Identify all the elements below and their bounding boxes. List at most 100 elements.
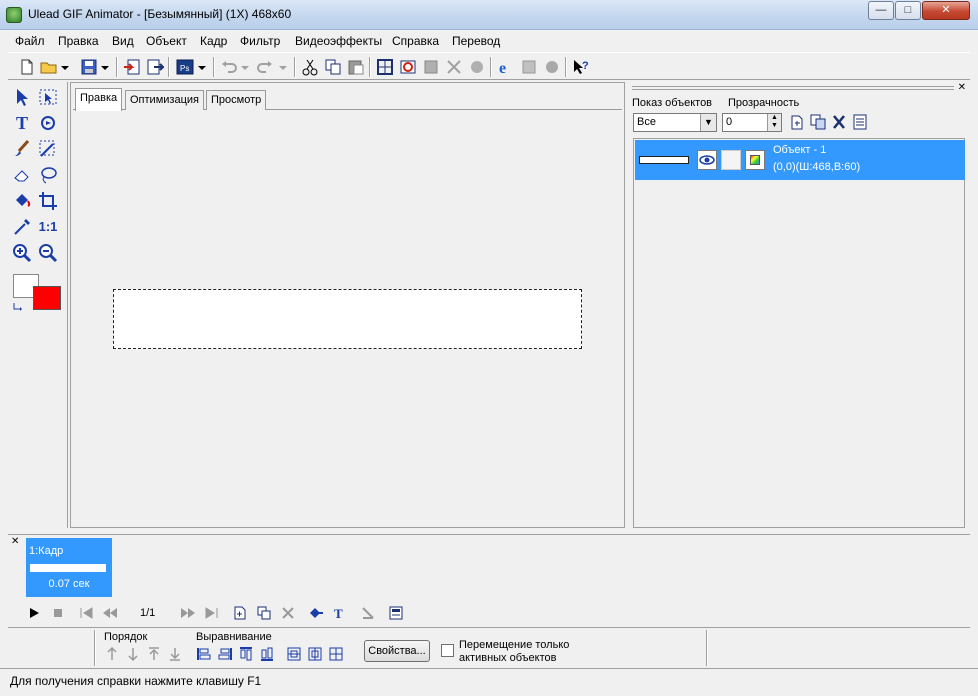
rotate-tool-icon[interactable] <box>37 112 59 134</box>
add-frame-icon[interactable] <box>232 605 248 621</box>
resize-icon[interactable] <box>399 58 417 76</box>
sequence-icon[interactable] <box>543 58 561 76</box>
open-folder-icon[interactable] <box>40 58 58 76</box>
frame-thumbnail[interactable]: 1:Кадр 0.07 сек <box>26 538 112 597</box>
align-center-vertical-icon[interactable] <box>286 646 302 662</box>
align-center-icon[interactable] <box>328 646 344 662</box>
prev-frame-icon[interactable] <box>102 605 118 621</box>
magic-wand-icon[interactable] <box>37 138 59 160</box>
new-file-icon[interactable] <box>18 58 36 76</box>
browser-preview-icon[interactable]: e <box>497 58 515 77</box>
palette-icon[interactable] <box>745 150 765 170</box>
menu-frame[interactable]: Кадр <box>200 34 227 48</box>
show-objects-select[interactable]: Все ▼ <box>633 113 717 132</box>
close-button[interactable]: ✕ <box>922 1 970 20</box>
delete-object-icon[interactable] <box>830 113 848 131</box>
panel-close-icon[interactable]: ✕ <box>958 82 966 93</box>
frames-icon[interactable] <box>520 58 538 76</box>
object-properties-icon[interactable] <box>851 113 869 131</box>
menu-filter[interactable]: Фильтр <box>240 34 280 48</box>
crop-canvas-icon[interactable] <box>376 58 394 76</box>
menu-object[interactable]: Объект <box>146 34 187 48</box>
context-help-icon[interactable]: ? <box>572 58 590 76</box>
chevron-down-icon[interactable] <box>278 58 288 76</box>
eraser-icon[interactable] <box>11 164 33 186</box>
tween-frames-icon[interactable] <box>308 605 324 621</box>
play-icon[interactable] <box>26 605 42 621</box>
lasso-icon[interactable] <box>37 164 59 186</box>
duplicate-frame-icon[interactable] <box>256 605 272 621</box>
frame-delay[interactable]: 0.07 сек <box>26 578 112 590</box>
move-active-only-checkbox[interactable] <box>441 644 454 657</box>
align-top-icon[interactable] <box>238 646 254 662</box>
copy-icon[interactable] <box>324 58 342 76</box>
tab-edit[interactable]: Правка <box>75 88 123 111</box>
tab-optimize[interactable]: Оптимизация <box>125 90 204 110</box>
import-icon[interactable] <box>123 58 141 76</box>
photoshop-icon[interactable]: Ps <box>176 58 194 76</box>
zoom-out-icon[interactable] <box>37 242 59 264</box>
eye-icon[interactable] <box>697 150 717 170</box>
opacity-stepper[interactable]: 0 ▲ ▼ <box>722 113 782 132</box>
minimize-button[interactable]: — <box>868 1 894 20</box>
menu-help[interactable]: Справка <box>392 34 439 48</box>
frame-panel-close-icon[interactable]: ✕ <box>11 536 19 547</box>
menu-edit[interactable]: Правка <box>58 34 99 48</box>
chevron-down-icon[interactable] <box>100 58 110 76</box>
stepper-arrows-icon[interactable]: ▲ ▼ <box>767 114 781 131</box>
menu-translate[interactable]: Перевод <box>452 34 500 48</box>
send-backward-icon[interactable] <box>125 646 141 662</box>
export-icon[interactable] <box>146 58 166 76</box>
redo-icon[interactable] <box>256 58 274 76</box>
align-left-icon[interactable] <box>196 646 212 662</box>
properties-button[interactable]: Свойства... <box>364 640 430 662</box>
menu-file[interactable]: Файл <box>15 34 45 48</box>
duplicate-object-icon[interactable] <box>809 113 827 131</box>
bring-to-front-icon[interactable] <box>146 646 162 662</box>
lock-toggle[interactable] <box>721 150 741 170</box>
crop-tool-icon[interactable] <box>37 190 59 212</box>
chevron-down-icon[interactable] <box>240 58 250 76</box>
gif-canvas[interactable] <box>113 289 582 349</box>
new-object-icon[interactable] <box>788 113 806 131</box>
banner-text-icon[interactable]: T <box>332 605 348 621</box>
frame-properties-icon[interactable] <box>388 605 404 621</box>
marquee-select-icon[interactable] <box>37 86 59 108</box>
zoom-in-icon[interactable] <box>11 242 33 264</box>
last-frame-icon[interactable] <box>204 605 220 621</box>
align-bottom-icon[interactable] <box>259 646 275 662</box>
stop-icon[interactable] <box>50 605 66 621</box>
align-center-horizontal-icon[interactable] <box>307 646 323 662</box>
list-item[interactable]: Объект - 1 (0,0)(Ш:468,В:60) <box>635 140 965 180</box>
video-effect-icon[interactable] <box>360 605 376 621</box>
save-icon[interactable] <box>80 58 98 76</box>
paste-icon[interactable] <box>347 58 365 76</box>
next-frame-icon[interactable] <box>180 605 196 621</box>
delete-frame-icon[interactable] <box>280 605 296 621</box>
menu-video-effects[interactable]: Видеоэффекты <box>295 34 382 48</box>
send-to-back-icon[interactable] <box>167 646 183 662</box>
cut-icon[interactable] <box>301 58 319 76</box>
panel-grip[interactable] <box>632 86 954 90</box>
text-tool-icon[interactable]: T <box>11 112 33 134</box>
optimize-icon[interactable] <box>422 58 440 76</box>
tween-icon[interactable] <box>445 58 463 76</box>
chevron-down-icon[interactable] <box>197 58 207 76</box>
chevron-down-icon[interactable] <box>60 58 70 76</box>
eyedropper-icon[interactable] <box>11 216 33 238</box>
paintbrush-icon[interactable] <box>11 138 33 160</box>
pick-tool-icon[interactable] <box>11 86 33 108</box>
paint-bucket-icon[interactable] <box>11 190 33 212</box>
bring-forward-icon[interactable] <box>104 646 120 662</box>
actual-size-button[interactable]: 1:1 <box>37 216 59 238</box>
undo-icon[interactable] <box>220 58 238 76</box>
chevron-down-icon[interactable]: ▼ <box>700 114 716 131</box>
menu-view[interactable]: Вид <box>112 34 134 48</box>
effects-icon[interactable] <box>468 58 486 76</box>
align-right-icon[interactable] <box>217 646 233 662</box>
maximize-button[interactable]: □ <box>895 1 921 20</box>
foreground-color-swatch[interactable] <box>33 286 61 310</box>
tab-preview[interactable]: Просмотр <box>206 90 267 110</box>
swap-colors-icon[interactable] <box>11 298 27 314</box>
first-frame-icon[interactable] <box>78 605 94 621</box>
